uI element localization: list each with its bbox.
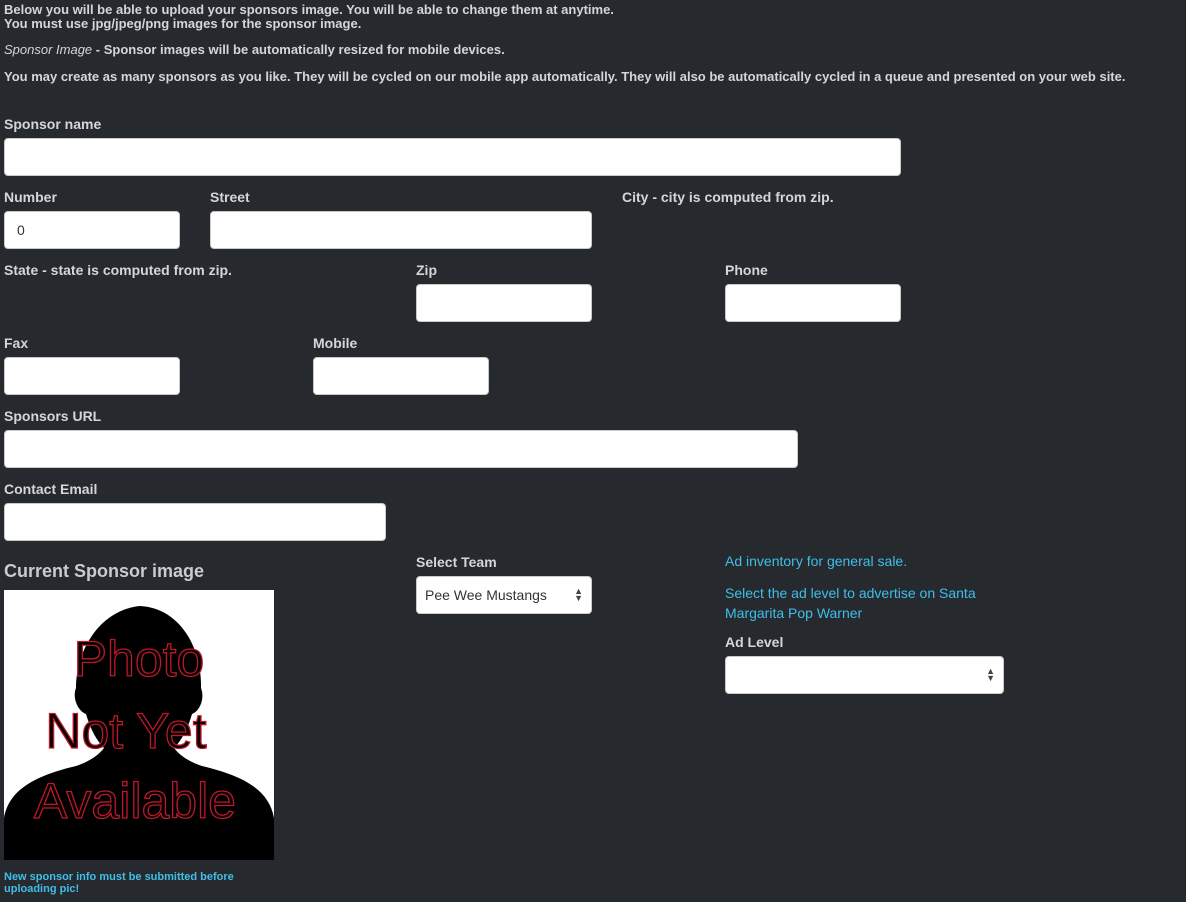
placeholder-line-1: Photo	[74, 631, 205, 687]
street-label: Street	[210, 189, 250, 205]
state-note: State - state is computed from zip.	[4, 262, 232, 278]
street-input[interactable]	[210, 211, 592, 249]
fax-input[interactable]	[4, 357, 180, 395]
email-input[interactable]	[4, 503, 386, 541]
placeholder-line-3: Available	[34, 773, 236, 829]
mobile-input[interactable]	[313, 357, 489, 395]
fax-label: Fax	[4, 335, 29, 351]
select-arrows-icon: ▲ ▼	[986, 666, 995, 683]
sponsor-name-input[interactable]	[4, 138, 901, 176]
team-label: Select Team	[416, 554, 497, 570]
silhouette-placeholder-image: Photo Not Yet Available	[4, 590, 274, 860]
team-select[interactable]: Pee Wee Mustangs ▲ ▼	[416, 576, 592, 614]
ad-level-info: Select the ad level to advertise on Sant…	[725, 585, 976, 621]
zip-input[interactable]	[416, 284, 592, 322]
url-label: Sponsors URL	[4, 408, 102, 424]
phone-label: Phone	[725, 262, 768, 278]
sponsor-image[interactable]: Photo Not Yet Available	[4, 590, 274, 860]
zip-label: Zip	[416, 262, 437, 278]
intro-line-1: Below you will be able to upload your sp…	[4, 2, 614, 17]
placeholder-line-2: Not Yet	[45, 703, 206, 759]
email-label: Contact Email	[4, 481, 98, 497]
sponsor-image-text: - Sponsor images will be automatically r…	[92, 42, 505, 57]
team-select-value: Pee Wee Mustangs	[425, 587, 547, 603]
city-note: City - city is computed from zip.	[622, 189, 834, 205]
sponsor-name-label: Sponsor name	[4, 116, 102, 132]
ad-level-label: Ad Level	[725, 634, 784, 650]
mobile-label: Mobile	[313, 335, 358, 351]
ad-inventory-link[interactable]: Ad inventory for general sale.	[725, 553, 907, 569]
number-input[interactable]	[4, 211, 180, 249]
phone-input[interactable]	[725, 284, 901, 322]
ad-level-select[interactable]: ▲ ▼	[725, 656, 1004, 694]
intro-line-2: You must use jpg/jpeg/png images for the…	[4, 16, 362, 31]
intro-text: Below you will be able to upload your sp…	[4, 3, 614, 31]
url-input[interactable]	[4, 430, 798, 468]
select-arrows-icon: ▲ ▼	[574, 586, 583, 603]
sponsor-image-info: Sponsor Image - Sponsor images will be a…	[4, 42, 505, 57]
cycle-info: You may create as many sponsors as you l…	[4, 69, 1126, 84]
current-image-heading: Current Sponsor image	[4, 561, 205, 581]
number-label: Number	[4, 189, 57, 205]
sponsor-image-label: Sponsor Image	[4, 42, 93, 57]
upload-note: New sponsor info must be submitted befor…	[4, 871, 234, 895]
